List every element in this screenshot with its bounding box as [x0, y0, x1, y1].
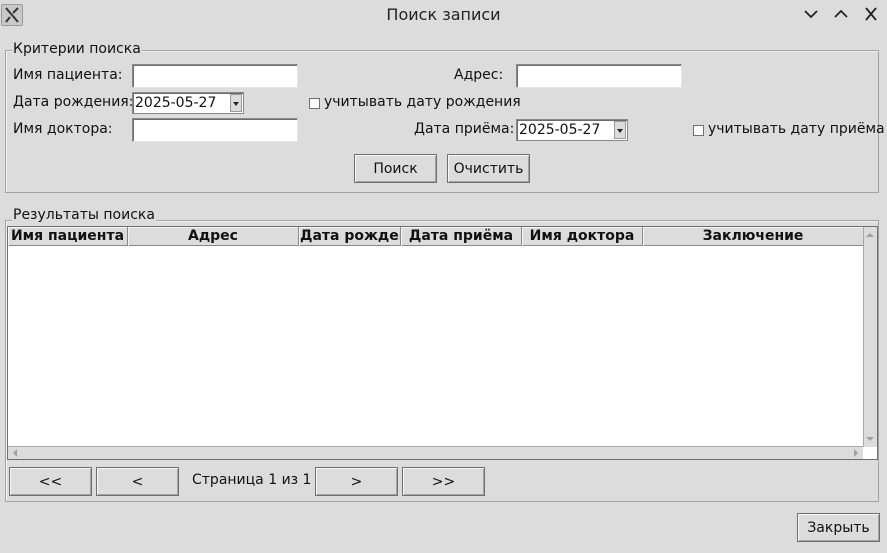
close-window-button[interactable] — [858, 3, 884, 27]
scroll-down-icon[interactable] — [864, 433, 876, 445]
first-page-button[interactable]: << — [9, 467, 92, 496]
table-header: Имя пациента Адрес Дата рождения Дата пр… — [8, 227, 863, 246]
chevron-down-icon[interactable] — [614, 121, 626, 139]
scroll-left-icon[interactable] — [9, 447, 21, 459]
doctor-name-label: Имя доктора: — [13, 121, 113, 137]
address-input[interactable] — [516, 64, 682, 88]
clear-button[interactable]: Очистить — [447, 154, 530, 183]
use-birth-date-label[interactable]: учитывать дату рождения — [324, 94, 521, 110]
maximize-button[interactable] — [828, 3, 854, 27]
column-header-doctor-name[interactable]: Имя доктора — [522, 227, 643, 246]
chevron-up-icon — [834, 9, 848, 18]
visit-date-label: Дата приёма: — [414, 121, 515, 137]
birth-date-value: 2025-05-27 — [135, 95, 217, 111]
search-button[interactable]: Поиск — [354, 154, 437, 183]
column-header-conclusion[interactable]: Заключение — [643, 227, 863, 246]
close-icon — [865, 7, 877, 21]
title-bar: Поиск записи — [0, 0, 887, 29]
column-header-birth-date[interactable]: Дата рождения — [299, 227, 401, 246]
visit-date-select[interactable]: 2025-05-27 — [516, 119, 628, 141]
use-visit-date-checkbox[interactable] — [693, 125, 704, 136]
birth-date-select[interactable]: 2025-05-27 — [132, 92, 244, 114]
vertical-scrollbar[interactable] — [863, 227, 877, 447]
visit-date-value: 2025-05-27 — [519, 122, 601, 138]
doctor-name-input[interactable] — [132, 118, 298, 142]
horizontal-scrollbar[interactable] — [8, 446, 863, 459]
chevron-down-icon[interactable] — [230, 94, 242, 112]
previous-page-button[interactable]: < — [96, 467, 179, 496]
window-title: Поиск записи — [386, 5, 501, 24]
address-label: Адрес: — [454, 67, 504, 83]
next-page-button[interactable]: > — [315, 467, 398, 496]
patient-name-label: Имя пациента: — [13, 67, 123, 83]
minimize-button[interactable] — [798, 3, 824, 27]
scroll-up-icon[interactable] — [864, 229, 876, 241]
patient-name-input[interactable] — [132, 64, 298, 88]
results-legend: Результаты поиска — [12, 207, 156, 223]
column-header-address[interactable]: Адрес — [128, 227, 299, 246]
column-header-patient-name[interactable]: Имя пациента — [8, 227, 128, 246]
close-button[interactable]: Закрыть — [797, 513, 880, 542]
column-header-visit-date[interactable]: Дата приёма — [401, 227, 522, 246]
criteria-legend: Критерии поиска — [12, 41, 142, 57]
last-page-button[interactable]: >> — [402, 467, 485, 496]
chevron-down-icon — [804, 10, 818, 19]
page-indicator: Страница 1 из 1 — [192, 472, 312, 488]
use-birth-date-checkbox[interactable] — [309, 98, 320, 109]
scroll-right-icon[interactable] — [850, 447, 862, 459]
birth-date-label: Дата рождения: — [13, 94, 134, 110]
results-table[interactable]: Имя пациента Адрес Дата рождения Дата пр… — [7, 226, 878, 460]
use-visit-date-label[interactable]: учитывать дату приёма — [708, 121, 885, 137]
